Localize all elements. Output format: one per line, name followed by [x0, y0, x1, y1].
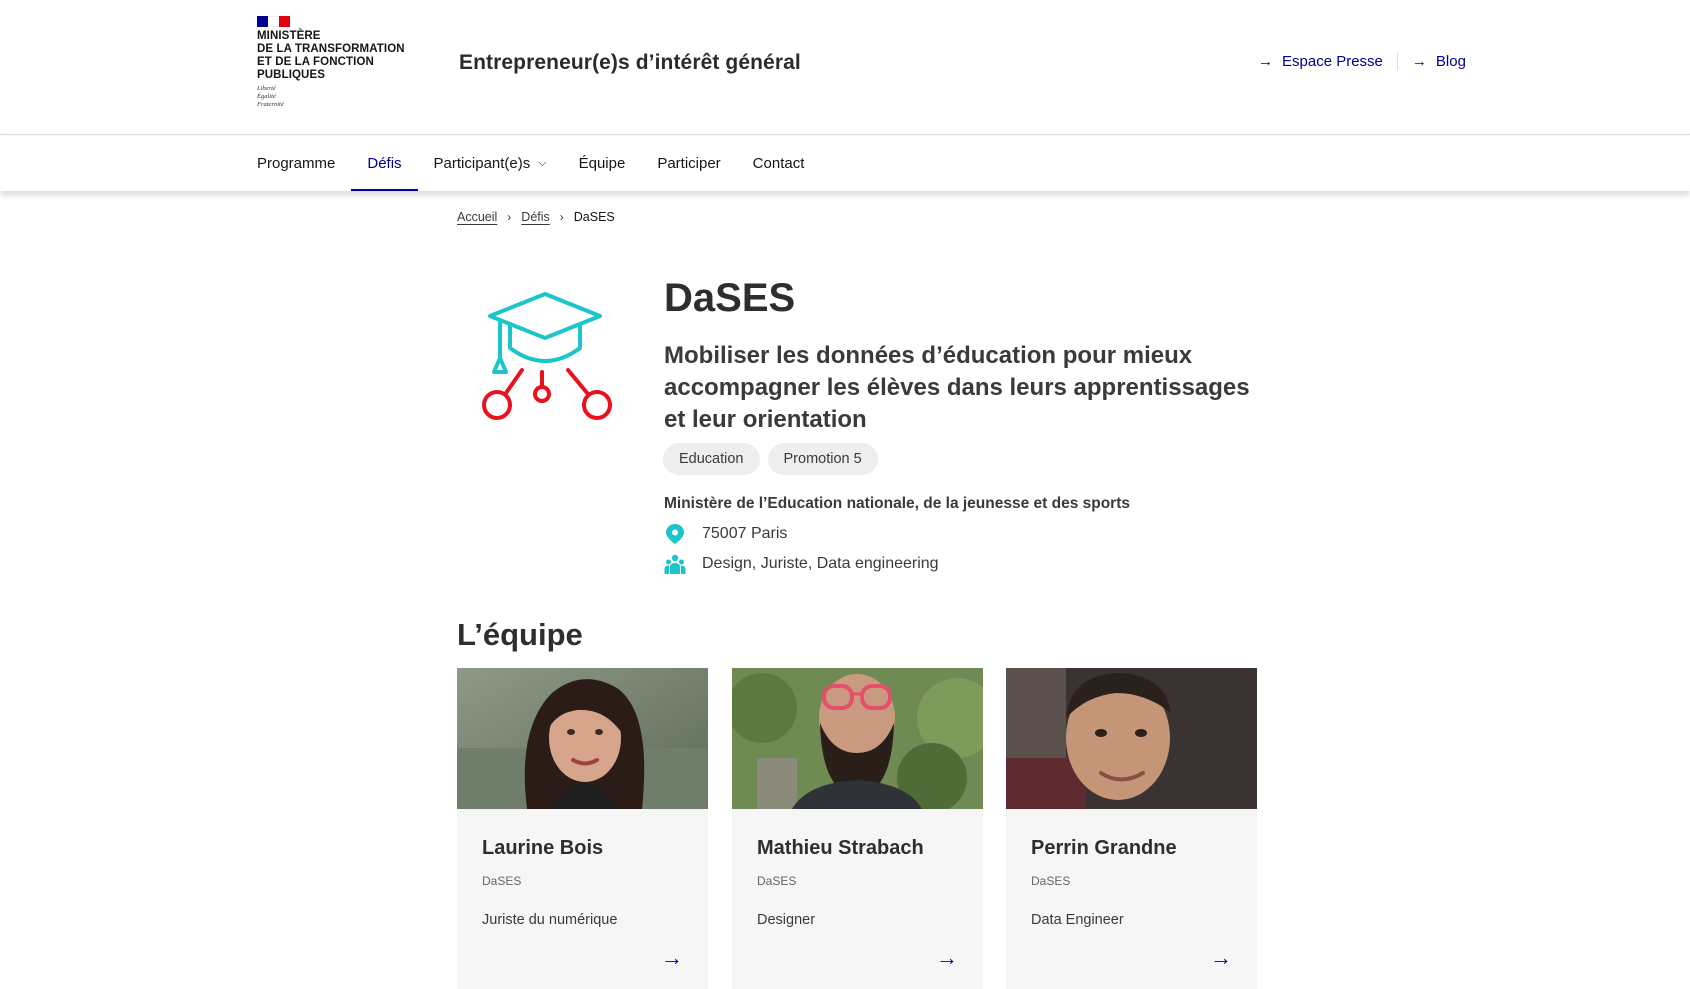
nav-item-equipe[interactable]: Équipe: [563, 136, 642, 191]
site-header: Ministère de la transformation et de la …: [0, 0, 1690, 135]
graduation-cap-network-icon: [470, 290, 620, 440]
member-team: DaSES: [482, 874, 522, 888]
breadcrumb-home[interactable]: Accueil: [457, 210, 497, 224]
arrow-right-icon: →: [1411, 53, 1427, 70]
marianne-flag-icon: [257, 16, 290, 27]
team-section-title: L’équipe: [457, 617, 583, 652]
ministry-name-line: de la transformation: [257, 43, 405, 55]
motto-line: Liberté: [257, 85, 276, 92]
member-name: Perrin Grandne: [1031, 837, 1177, 859]
nav-item-programme[interactable]: Programme: [241, 136, 351, 191]
member-role: Juriste du numérique: [482, 912, 618, 928]
member-role: Designer: [757, 912, 816, 928]
ministry-name-line: et de la fonction: [257, 56, 374, 68]
chevron-right-icon: ›: [507, 210, 512, 224]
project-organization: Ministère de l’Education nationale, de l…: [664, 495, 1130, 512]
member-team: DaSES: [757, 874, 797, 888]
skills-text: Design, Juriste, Data engineering: [702, 555, 939, 572]
blog-link[interactable]: → Blog: [1412, 53, 1466, 70]
chevron-down-icon: ⌵: [538, 157, 547, 169]
site-title[interactable]: Entrepreneur(e)s d’intérêt général: [459, 51, 801, 75]
project-title: DaSES: [664, 276, 796, 320]
tag-education[interactable]: Education: [663, 443, 760, 475]
breadcrumb-defis[interactable]: Défis: [521, 210, 549, 224]
ministry-logo[interactable]: Ministère de la transformation et de la …: [257, 16, 417, 109]
arrow-right-icon: →: [1258, 53, 1273, 70]
ministry-name-line: Ministère: [257, 30, 321, 42]
motto-line: Fraternité: [257, 101, 284, 108]
project-tags: Education Promotion 5: [663, 443, 878, 475]
press-link[interactable]: → Espace Presse: [1258, 53, 1383, 70]
blog-link-label: Blog: [1435, 53, 1466, 70]
nav-item-defis[interactable]: Défis: [351, 136, 418, 191]
nav-item-participer[interactable]: Participer: [641, 136, 736, 191]
header-tools: → Espace Presse → Blog: [1258, 53, 1466, 70]
ministry-name-line: publiques: [257, 69, 325, 81]
arrow-right-icon[interactable]: →: [661, 945, 683, 971]
republic-motto: Liberté Égalité Fraternité: [257, 85, 417, 109]
chevron-right-icon: ›: [559, 210, 564, 224]
team-people-icon: [664, 553, 686, 575]
arrow-right-icon[interactable]: →: [1210, 945, 1232, 971]
map-pin-icon: [664, 523, 686, 545]
member-photo: [732, 668, 983, 809]
member-team: DaSES: [1031, 874, 1071, 888]
project-skills: Design, Juriste, Data engineering: [664, 553, 939, 575]
member-photo: [457, 668, 708, 809]
member-role: Data Engineer: [1031, 912, 1124, 928]
breadcrumb-current: DaSES: [573, 210, 615, 224]
nav-item-contact[interactable]: Contact: [737, 136, 821, 191]
press-link-label: Espace Presse: [1282, 53, 1383, 70]
tools-divider: [1396, 53, 1398, 70]
member-photo: [1006, 668, 1257, 809]
arrow-right-icon[interactable]: →: [936, 945, 958, 971]
member-name: Laurine Bois: [482, 837, 604, 859]
member-name: Mathieu Strabach: [757, 837, 924, 859]
team-member-card[interactable]: Perrin Grandne DaSES Data Engineer →: [1006, 668, 1257, 989]
project-location: 75007 Paris: [664, 523, 787, 545]
nav-item-participants-label: Participant(e)s: [433, 155, 531, 172]
motto-line: Égalité: [257, 93, 276, 100]
team-member-card[interactable]: Mathieu Strabach DaSES Designer →: [732, 668, 983, 989]
location-text: 75007 Paris: [702, 525, 788, 542]
tag-promotion[interactable]: Promotion 5: [767, 443, 878, 475]
project-subtitle: Mobiliser les données d’éducation pour m…: [664, 342, 1250, 433]
team-member-card[interactable]: Laurine Bois DaSES Juriste du numérique …: [457, 668, 708, 989]
breadcrumb: Accueil › Défis › DaSES: [457, 210, 615, 224]
nav-item-participants[interactable]: Participant(e)s ⌵: [418, 136, 563, 191]
main-navigation: Programme Défis Participant(e)s ⌵ Équipe …: [0, 136, 1690, 191]
